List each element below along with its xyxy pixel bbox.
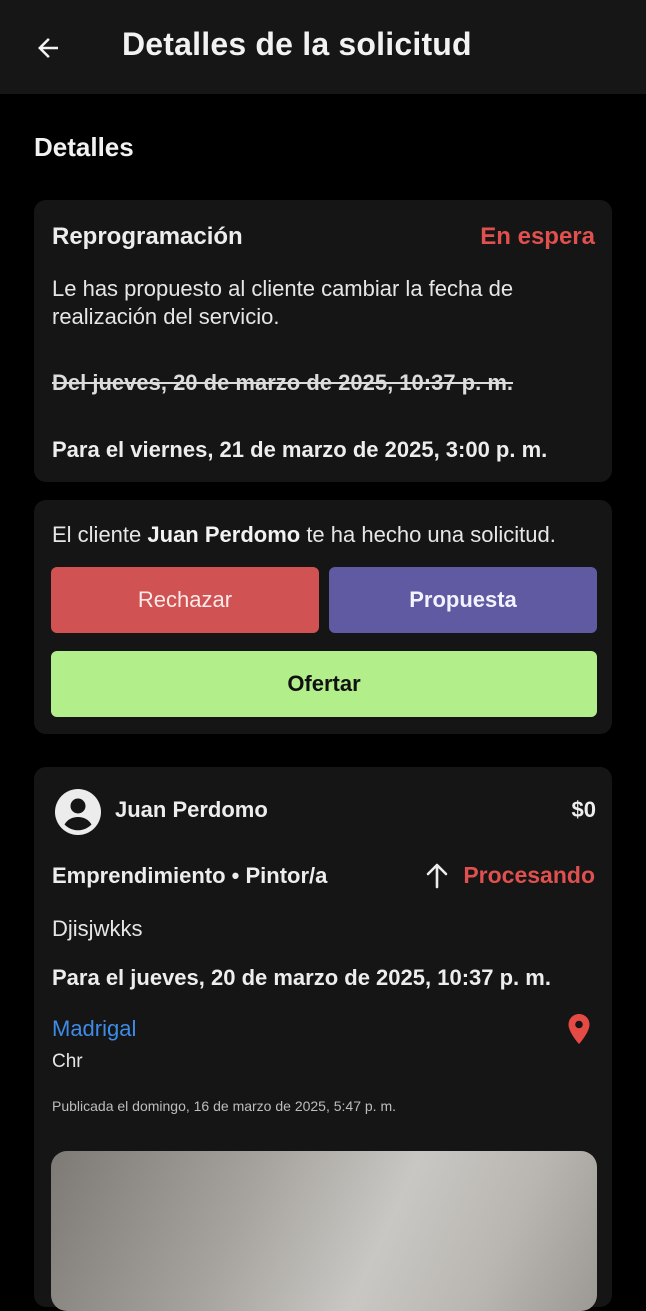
request-client-name: Juan Perdomo <box>147 522 301 547</box>
service-card: Juan Perdomo $0 Emprendimiento • Pintor/… <box>34 767 612 1311</box>
old-date: Del jueves, 20 de marzo de 2025, 10:37 p… <box>52 370 514 395</box>
published-date: Publicada el domingo, 16 de marzo de 202… <box>52 1098 396 1114</box>
price: $0 <box>571 797 596 822</box>
service-photo[interactable] <box>51 1151 597 1311</box>
request-card: El cliente Juan Perdomo te ha hecho una … <box>34 500 612 734</box>
avatar-icon <box>55 789 101 835</box>
reschedule-card: Reprogramación En espera Le has propuest… <box>34 200 612 482</box>
reschedule-title: Reprogramación <box>52 223 243 250</box>
service-due-date: Para el jueves, 20 de marzo de 2025, 10:… <box>52 965 551 990</box>
arrow-left-icon <box>38 38 58 58</box>
reschedule-message: Le has propuesto al cliente cambiar la f… <box>52 276 514 329</box>
section-title: Detalles <box>34 132 134 162</box>
service-category: Emprendimiento • Pintor/a <box>52 863 328 888</box>
propose-button[interactable]: Propuesta <box>329 567 597 633</box>
location-detail: Chr <box>52 1051 83 1072</box>
client-name: Juan Perdomo <box>115 797 268 822</box>
app-bar: Detalles de la solicitud <box>0 0 646 94</box>
request-prefix: El cliente <box>52 522 148 547</box>
back-button[interactable] <box>28 28 68 68</box>
request-suffix: te ha hecho una solicitud. <box>300 522 556 547</box>
location-link[interactable]: Madrigal <box>52 1016 136 1042</box>
arrow-up-icon <box>425 863 449 889</box>
processing-status-label: Procesando <box>463 862 595 888</box>
processing-status: Procesando <box>425 862 595 889</box>
reject-button[interactable]: Rechazar <box>51 567 319 633</box>
offer-button[interactable]: Ofertar <box>51 651 597 717</box>
status-badge: En espera <box>480 223 595 250</box>
new-date: Para el viernes, 21 de marzo de 2025, 3:… <box>52 437 548 462</box>
service-description: Djisjwkks <box>52 916 143 941</box>
request-message: El cliente Juan Perdomo te ha hecho una … <box>52 522 556 548</box>
map-pin-icon[interactable] <box>566 1013 592 1045</box>
page-title: Detalles de la solicitud <box>122 26 472 62</box>
